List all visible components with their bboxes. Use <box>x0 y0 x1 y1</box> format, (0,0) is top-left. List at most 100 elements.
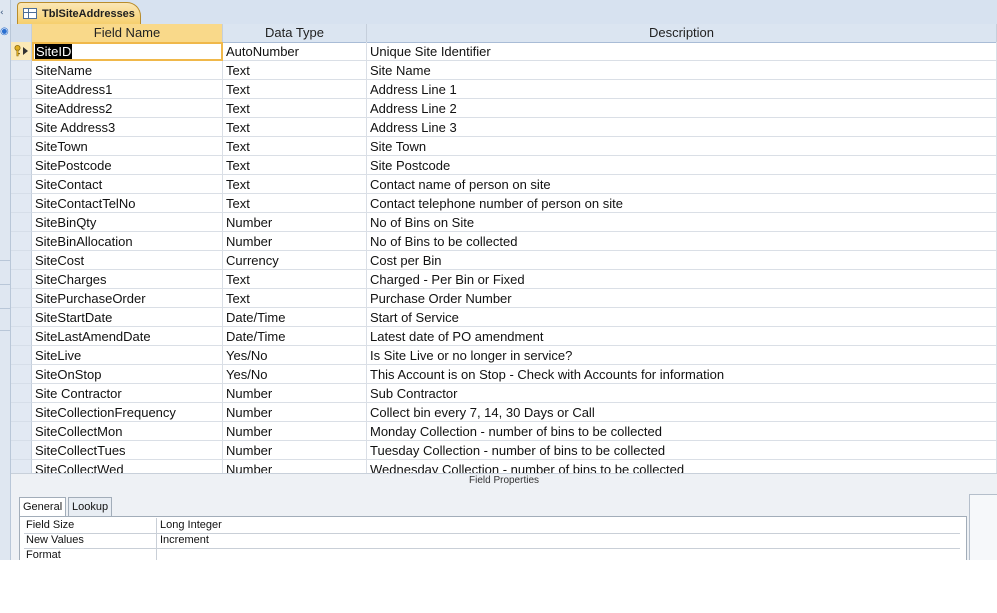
row-selector[interactable] <box>11 270 32 289</box>
description-cell[interactable]: Tuesday Collection - number of bins to b… <box>367 441 997 460</box>
field-name-cell[interactable]: SiteBinQty <box>32 213 223 232</box>
description-cell[interactable]: Monday Collection - number of bins to be… <box>367 422 997 441</box>
table-row[interactable]: SiteCollectTues Number Tuesday Collection … <box>11 441 997 460</box>
field-name-cell[interactable]: SiteName <box>32 61 223 80</box>
nav-chevron-icon[interactable]: ‹ <box>0 6 8 20</box>
table-row[interactable]: SiteCollectMon Number Monday Collection - … <box>11 422 997 441</box>
field-name-cell[interactable]: SiteCollectMon <box>32 422 223 441</box>
row-selector[interactable] <box>11 327 32 346</box>
row-selector[interactable] <box>11 118 32 137</box>
description-cell[interactable]: Unique Site Identifier <box>367 42 997 61</box>
row-selector[interactable] <box>11 460 32 473</box>
description-cell[interactable]: Latest date of PO amendment <box>367 327 997 346</box>
table-row[interactable]: SiteName Text Site Name <box>11 61 997 80</box>
data-type-cell[interactable]: Date/Time <box>223 327 367 346</box>
field-name-cell[interactable]: SiteAddress1 <box>32 80 223 99</box>
data-type-cell[interactable]: Text <box>223 137 367 156</box>
row-selector[interactable] <box>11 99 32 118</box>
field-name-cell[interactable]: SiteCollectWed <box>32 460 223 473</box>
data-type-cell[interactable]: Number <box>223 213 367 232</box>
header-field-name[interactable]: Field Name <box>32 24 223 42</box>
row-selector[interactable] <box>11 289 32 308</box>
table-row[interactable]: SitePurchaseOrder Text Purchase Order Numb… <box>11 289 997 308</box>
table-row[interactable]: SiteCost Currency Cost per Bin <box>11 251 997 270</box>
field-name-cell[interactable]: SiteAddress2 <box>32 99 223 118</box>
header-data-type[interactable]: Data Type <box>223 24 367 42</box>
property-value[interactable]: Increment <box>158 533 960 548</box>
field-name-cell[interactable]: Site Contractor <box>32 384 223 403</box>
field-name-cell[interactable]: SiteLive <box>32 346 223 365</box>
tab-general[interactable]: General <box>19 497 67 518</box>
description-cell[interactable]: Wednesday Collection - number of bins to… <box>367 460 997 473</box>
data-type-cell[interactable]: Number <box>223 422 367 441</box>
row-selector[interactable] <box>11 80 32 99</box>
description-cell[interactable]: Site Town <box>367 137 997 156</box>
description-cell[interactable]: This Account is on Stop - Check with Acc… <box>367 365 997 384</box>
field-name-cell[interactable]: SiteCharges <box>32 270 223 289</box>
table-row[interactable]: SitePostcode Text Site Postcode <box>11 156 997 175</box>
header-selector[interactable] <box>11 24 32 42</box>
field-name-cell[interactable]: SiteLastAmendDate <box>32 327 223 346</box>
row-selector[interactable] <box>11 213 32 232</box>
data-type-cell[interactable]: Yes/No <box>223 365 367 384</box>
row-selector[interactable] <box>11 365 32 384</box>
field-name-cell[interactable]: SitePostcode <box>32 156 223 175</box>
description-cell[interactable]: Purchase Order Number <box>367 289 997 308</box>
property-row[interactable]: New Values Increment <box>24 533 960 549</box>
table-row[interactable]: SiteTown Text Site Town <box>11 137 997 156</box>
row-selector[interactable] <box>11 346 32 365</box>
row-selector[interactable] <box>11 403 32 422</box>
description-cell[interactable]: Start of Service <box>367 308 997 327</box>
table-row[interactable]: SiteBinQty Number No of Bins on Site <box>11 213 997 232</box>
description-cell[interactable]: Collect bin every 7, 14, 30 Days or Call <box>367 403 997 422</box>
row-selector[interactable] <box>11 441 32 460</box>
property-value[interactable]: Long Integer <box>158 518 960 533</box>
table-row[interactable]: Site Address3 Text Address Line 3 <box>11 118 997 137</box>
table-row[interactable]: SiteContact Text Contact name of person on… <box>11 175 997 194</box>
table-row[interactable]: SiteCollectionFrequency Number Collect bin… <box>11 403 997 422</box>
field-name-cell[interactable]: SiteCollectTues <box>32 441 223 460</box>
field-name-cell[interactable]: SiteCollectionFrequency <box>32 403 223 422</box>
data-type-cell[interactable]: Text <box>223 156 367 175</box>
table-row[interactable]: SiteAddress1 Text Address Line 1 <box>11 80 997 99</box>
data-type-cell[interactable]: Text <box>223 61 367 80</box>
table-row[interactable]: Site Contractor Number Sub Contractor <box>11 384 997 403</box>
description-cell[interactable]: Contact name of person on site <box>367 175 997 194</box>
table-row[interactable]: SiteBinAllocation Number No of Bins to be … <box>11 232 997 251</box>
description-cell[interactable]: No of Bins on Site <box>367 213 997 232</box>
field-name-cell[interactable]: SiteTown <box>32 137 223 156</box>
row-selector[interactable] <box>11 194 32 213</box>
field-name-cell[interactable]: SiteContact <box>32 175 223 194</box>
description-cell[interactable]: Cost per Bin <box>367 251 997 270</box>
field-name-cell[interactable]: SiteStartDate <box>32 308 223 327</box>
navigation-pane-edge[interactable]: ‹ ◉ <box>0 0 11 560</box>
table-row[interactable]: SiteAddress2 Text Address Line 2 <box>11 99 997 118</box>
data-type-cell[interactable]: Text <box>223 289 367 308</box>
row-selector[interactable] <box>11 232 32 251</box>
data-type-cell[interactable]: Text <box>223 80 367 99</box>
table-row[interactable]: SiteCharges Text Charged - Per Bin or Fixe… <box>11 270 997 289</box>
description-cell[interactable]: Site Postcode <box>367 156 997 175</box>
field-name-cell[interactable]: Site Address3 <box>32 118 223 137</box>
data-type-cell[interactable]: Text <box>223 175 367 194</box>
property-row[interactable]: Field Size Long Integer <box>24 518 960 534</box>
tab-lookup[interactable]: Lookup <box>68 497 113 517</box>
row-selector[interactable] <box>11 137 32 156</box>
description-cell[interactable]: Address Line 3 <box>367 118 997 137</box>
data-type-cell[interactable]: Number <box>223 403 367 422</box>
data-type-cell[interactable]: Date/Time <box>223 308 367 327</box>
field-name-cell[interactable]: SiteOnStop <box>32 365 223 384</box>
row-selector[interactable] <box>11 308 32 327</box>
description-cell[interactable]: Address Line 2 <box>367 99 997 118</box>
data-type-cell[interactable]: Currency <box>223 251 367 270</box>
data-type-cell[interactable]: Number <box>223 232 367 251</box>
field-name-cell[interactable]: SitePurchaseOrder <box>32 289 223 308</box>
table-row[interactable]: SiteLive Yes/No Is Site Live or no longer … <box>11 346 997 365</box>
data-type-cell[interactable]: Number <box>223 441 367 460</box>
data-type-cell[interactable]: Number <box>223 460 367 473</box>
tab-tblsiteaddresses[interactable]: TblSiteAddresses <box>17 2 141 24</box>
description-cell[interactable]: No of Bins to be collected <box>367 232 997 251</box>
data-type-cell[interactable]: Text <box>223 270 367 289</box>
header-description[interactable]: Description <box>367 24 997 42</box>
table-row[interactable]: SiteOnStop Yes/No This Account is on Stop … <box>11 365 997 384</box>
